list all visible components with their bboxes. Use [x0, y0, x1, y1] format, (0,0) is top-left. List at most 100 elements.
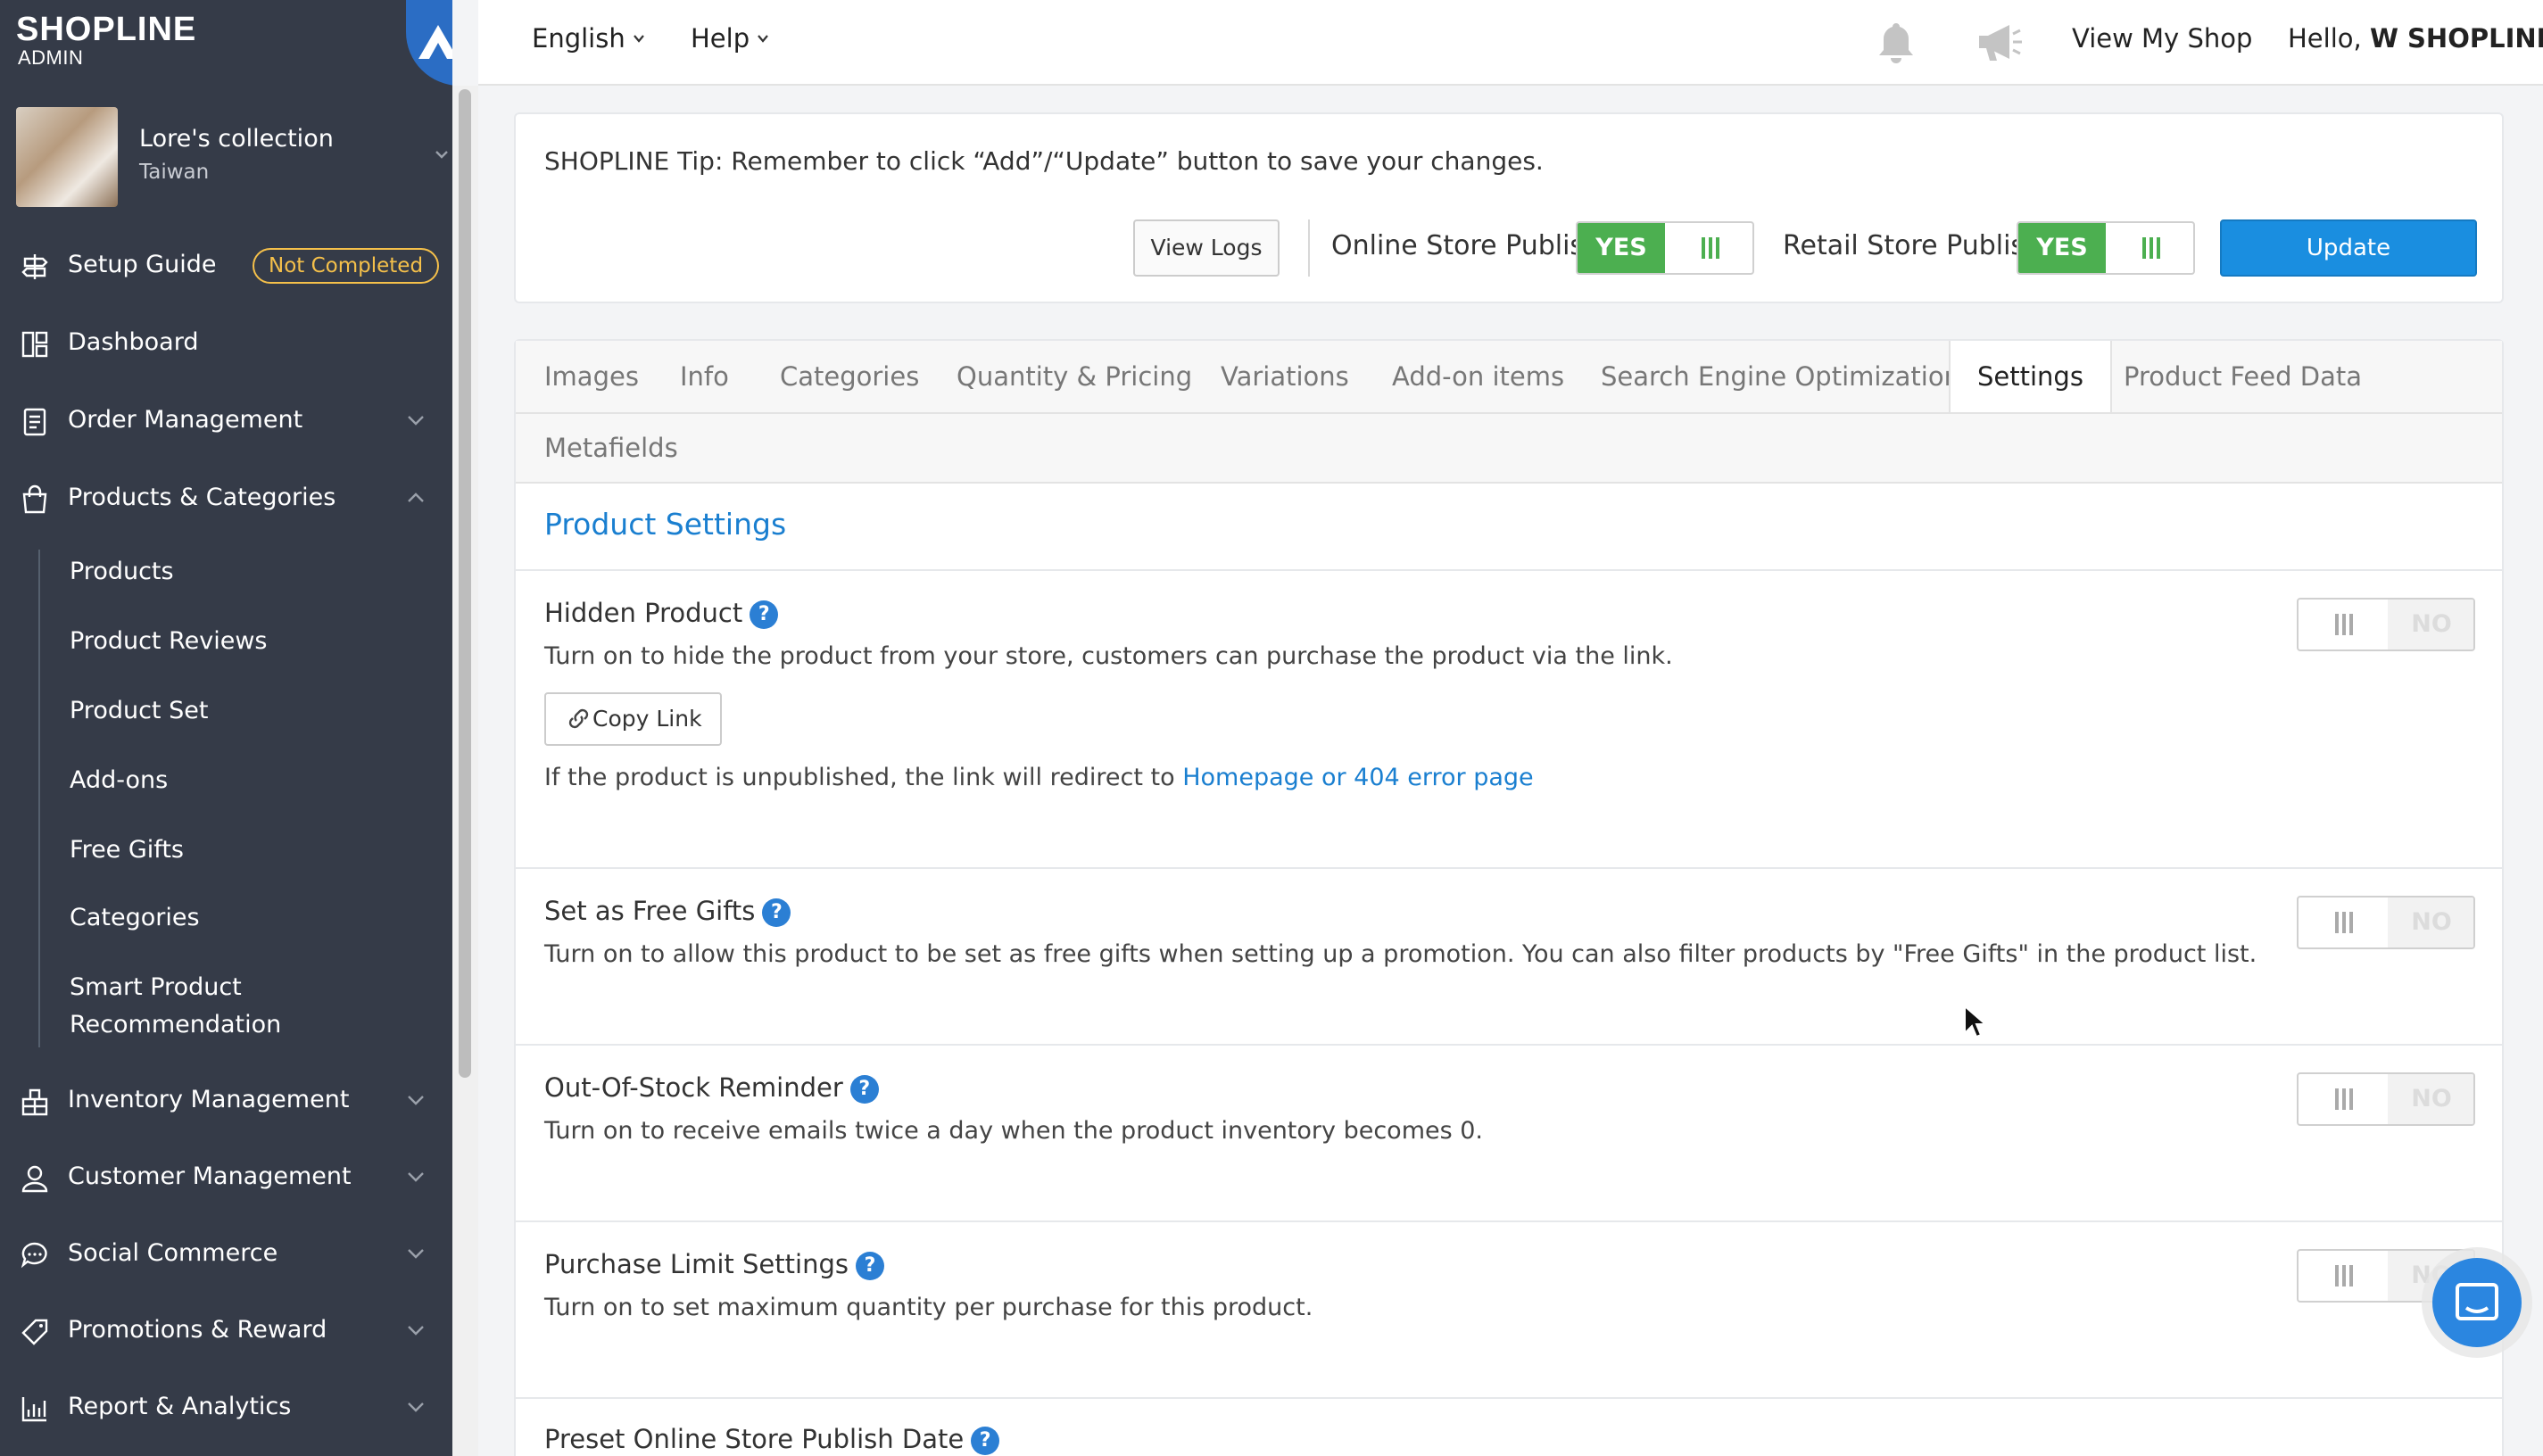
tab-seo[interactable]: Search Engine Optimization	[1601, 341, 1960, 412]
nav-report-analytics[interactable]: Report & Analytics	[0, 1376, 452, 1438]
logo-area[interactable]: SHOPLINE ADMIN	[0, 0, 452, 86]
sidebar-item-free-gifts[interactable]: Free Gifts	[70, 831, 184, 868]
help-label: Help	[691, 23, 750, 54]
nav-label: Social Commerce	[68, 1239, 278, 1267]
nav-dashboard[interactable]: Dashboard	[0, 311, 452, 374]
hidden-product-title: Hidden Product?	[544, 598, 779, 629]
sidebar-item-categories[interactable]: Categories	[70, 899, 200, 936]
chevron-down-icon	[408, 1402, 424, 1412]
product-settings-card: Images Info Categories Quantity & Pricin…	[514, 339, 2504, 1456]
signpost-icon	[21, 254, 48, 279]
tab-product-feed-data[interactable]: Product Feed Data	[2124, 341, 2362, 412]
nav-label: Customer Management	[68, 1162, 352, 1190]
sidebar-scrollbar[interactable]	[459, 89, 471, 1078]
free-gifts-toggle[interactable]: NO	[2297, 896, 2475, 949]
view-my-shop-link[interactable]: View My Shop	[2072, 23, 2252, 54]
live-chat-button[interactable]	[2432, 1258, 2522, 1347]
setting-title-text: Out-Of-Stock Reminder	[544, 1072, 843, 1103]
tip-card: SHOPLINE Tip: Remember to click “Add”/“U…	[514, 112, 2504, 303]
tab-settings[interactable]: Settings	[1949, 341, 2112, 412]
out-of-stock-toggle[interactable]: NO	[2297, 1072, 2475, 1126]
out-of-stock-title: Out-Of-Stock Reminder?	[544, 1072, 879, 1104]
nav-products-categories[interactable]: Products & Categories	[0, 467, 452, 529]
nav-label: Setup Guide	[68, 251, 217, 278]
sidebar-item-add-ons[interactable]: Add-ons	[70, 762, 168, 798]
store-region: Taiwan	[139, 161, 210, 184]
nav-label: Inventory Management	[68, 1086, 350, 1113]
setting-title-text: Hidden Product	[544, 598, 743, 628]
copy-link-button[interactable]: Copy Link	[544, 692, 722, 746]
tab-categories[interactable]: Categories	[780, 341, 919, 412]
nav-promotions-reward[interactable]: Promotions & Reward	[0, 1299, 452, 1361]
sidebar-item-product-set[interactable]: Product Set	[70, 692, 208, 729]
language-selector[interactable]: English	[532, 23, 645, 54]
free-gifts-description: Turn on to allow this product to be set …	[544, 940, 2257, 968]
dashboard-icon	[21, 331, 48, 358]
sidebar-item-products[interactable]: Products	[70, 553, 174, 590]
divider	[516, 412, 2502, 414]
sidebar-item-smart-product[interactable]: Smart Product	[70, 969, 242, 1005]
user-name: W SHOPLINE	[2369, 23, 2543, 54]
update-button[interactable]: Update	[2220, 219, 2477, 277]
language-label: English	[532, 23, 625, 54]
store-switcher[interactable]: Lore's collection Taiwan	[16, 105, 448, 208]
hidden-product-toggle[interactable]: NO	[2297, 598, 2475, 651]
redirect-link[interactable]: Homepage or 404 error page	[1182, 764, 1533, 791]
nav-label: Order Management	[68, 406, 303, 434]
megaphone-icon[interactable]	[1974, 20, 2024, 66]
chevron-down-icon	[758, 35, 768, 43]
status-badge: Not Completed	[253, 248, 440, 284]
nav-social-commerce[interactable]: Social Commerce	[0, 1222, 452, 1285]
nav-label: Promotions & Reward	[68, 1316, 327, 1344]
free-gifts-title: Set as Free Gifts?	[544, 896, 791, 927]
help-menu[interactable]: Help	[691, 23, 769, 54]
chevron-down-icon	[633, 35, 644, 43]
tab-info[interactable]: Info	[680, 341, 729, 412]
nav-label: Dashboard	[68, 328, 199, 356]
mouse-cursor-icon	[1964, 1005, 1986, 1038]
help-icon[interactable]: ?	[849, 1075, 879, 1104]
app-switcher-icon[interactable]	[406, 0, 452, 86]
toggle-on-label: YES	[1578, 223, 1665, 273]
online-store-publish-toggle[interactable]: YES	[1576, 221, 1754, 275]
grip-icon	[2335, 1088, 2353, 1110]
chevron-down-icon	[408, 1326, 424, 1336]
chat-icon	[21, 1242, 47, 1269]
tab-add-on-items[interactable]: Add-on items	[1392, 341, 1564, 412]
setting-title-text: Set as Free Gifts	[544, 896, 756, 926]
help-icon[interactable]: ?	[855, 1252, 884, 1280]
retail-store-publish-label: Retail Store Publish	[1783, 230, 2042, 261]
nav-order-management[interactable]: Order Management	[0, 389, 452, 451]
retail-store-publish-toggle[interactable]: YES	[2017, 221, 2195, 275]
toggle-off-label: NO	[2388, 898, 2473, 947]
setting-title-text: Preset Online Store Publish Date	[544, 1424, 965, 1454]
submenu-guide-line	[38, 550, 40, 1047]
divider	[516, 569, 2502, 571]
tab-variations[interactable]: Variations	[1221, 341, 1349, 412]
tab-quantity-pricing[interactable]: Quantity & Pricing	[957, 341, 1192, 412]
grip-icon	[2142, 237, 2160, 259]
shopping-bag-icon	[22, 484, 47, 514]
nav-setup-guide[interactable]: Setup Guide Not Completed	[0, 234, 452, 296]
warehouse-icon	[21, 1088, 48, 1116]
nav-inventory-management[interactable]: Inventory Management	[0, 1069, 452, 1131]
sidebar-item-product-reviews[interactable]: Product Reviews	[70, 623, 268, 659]
tab-metafields[interactable]: Metafields	[544, 412, 678, 484]
help-icon[interactable]: ?	[762, 898, 791, 927]
link-icon	[568, 708, 589, 729]
bell-icon[interactable]	[1874, 20, 1918, 66]
tab-bar: Images Info Categories Quantity & Pricin…	[516, 341, 2502, 484]
hidden-product-description: Turn on to hide the product from your st…	[544, 642, 1673, 670]
chevron-down-icon	[408, 1249, 424, 1259]
tab-images[interactable]: Images	[544, 341, 639, 412]
toggle-on-label: YES	[2018, 223, 2106, 273]
divider	[516, 1044, 2502, 1046]
nav-label: Products & Categories	[68, 484, 336, 511]
user-menu[interactable]: Hello, W SHOPLINE	[2288, 23, 2543, 54]
nav-customer-management[interactable]: Customer Management	[0, 1146, 452, 1208]
help-icon[interactable]: ?	[750, 600, 779, 629]
purchase-limit-description: Turn on to set maximum quantity per purc…	[544, 1294, 1313, 1321]
view-logs-button[interactable]: View Logs	[1133, 219, 1280, 277]
help-icon[interactable]: ?	[971, 1427, 1000, 1455]
sidebar-item-recommendation[interactable]: Recommendation	[70, 1006, 281, 1043]
